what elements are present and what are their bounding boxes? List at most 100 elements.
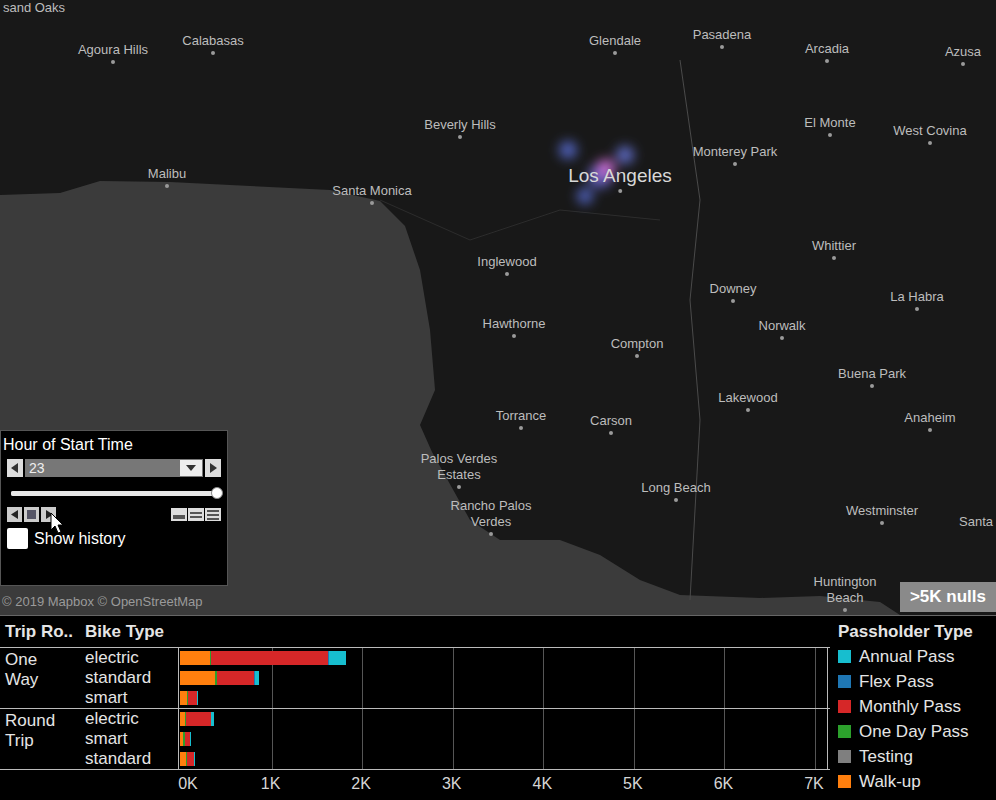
stacked-bar[interactable] (180, 691, 197, 705)
map-place: Azusa (915, 44, 996, 66)
bar-segment[interactable] (197, 691, 198, 705)
place-dot (635, 354, 639, 358)
legend-item[interactable]: Walk-up (838, 769, 996, 794)
row-label: electric (80, 648, 178, 668)
place-label: West Covina (882, 123, 978, 139)
left-arrow-icon (11, 463, 19, 473)
place-label: Hawthorne (466, 316, 562, 332)
bar-chart: Trip Ro.. Bike Type One Wayelectricstand… (0, 616, 830, 800)
legend-item[interactable]: Annual Pass (838, 644, 996, 669)
map-place: Lakewood (700, 390, 796, 412)
map-place: Anaheim (882, 410, 978, 432)
column-header[interactable]: Trip Ro.. (0, 619, 80, 645)
bar-segment[interactable] (255, 671, 259, 685)
nulls-badge[interactable]: >5K nulls (900, 582, 996, 612)
place-dot (111, 60, 115, 64)
stacked-bar[interactable] (180, 671, 259, 685)
legend-label: One Day Pass (859, 721, 969, 743)
bar-segment[interactable] (186, 712, 211, 726)
axis-tick: 4K (532, 774, 552, 794)
bar-segment[interactable] (190, 732, 191, 746)
place-dot (733, 162, 737, 166)
group-label[interactable]: Round Trip (5, 711, 67, 751)
dropdown-value: 23 (25, 459, 180, 477)
legend-swatch (838, 700, 851, 713)
axis-tick: 2K (351, 774, 371, 794)
place-dot (370, 201, 374, 205)
bar-segment[interactable] (194, 752, 195, 766)
place-dot (928, 141, 932, 145)
map-place: Buena Park (824, 366, 920, 388)
bar-segment[interactable] (180, 671, 215, 685)
speed-slow-button[interactable] (171, 508, 187, 521)
bar-segment[interactable] (217, 671, 254, 685)
place-dot (489, 532, 493, 536)
chart-row[interactable]: standard (80, 749, 828, 769)
place-label: Compton (589, 336, 685, 352)
bar-segment[interactable] (180, 651, 210, 665)
chart-row[interactable]: electric (80, 709, 828, 729)
place-label: Whittier (786, 238, 882, 254)
place-label: sand Oaks (0, 0, 82, 16)
stacked-bar[interactable] (180, 651, 346, 665)
place-label: Palos Verdes Estates (411, 451, 507, 483)
filter-title: Hour of Start Time (1, 431, 227, 455)
place-label: Downey (685, 281, 781, 297)
bar-segment[interactable] (187, 752, 194, 766)
place-label: Glendale (567, 33, 663, 49)
speed-fast-button[interactable] (205, 508, 221, 521)
next-value-button[interactable] (205, 459, 221, 477)
bar-segment[interactable] (329, 651, 346, 665)
chart-row[interactable]: electric (80, 648, 828, 668)
map-place: Carson (563, 413, 659, 435)
map[interactable]: sand OaksAgoura HillsCalabasasGlendalePa… (0, 0, 996, 615)
step-back-button[interactable] (7, 507, 22, 522)
place-label: Calabasas (165, 33, 261, 49)
stacked-bar[interactable] (180, 752, 194, 766)
legend-swatch (838, 775, 851, 788)
slider-knob[interactable] (211, 487, 223, 499)
axis-tick: 7K (804, 774, 824, 794)
row-label: standard (80, 749, 178, 769)
bar-segment[interactable] (211, 651, 328, 665)
place-dot (746, 408, 750, 412)
prev-value-button[interactable] (7, 459, 23, 477)
speed-medium-button[interactable] (188, 508, 204, 521)
hour-slider[interactable] (11, 491, 217, 496)
stacked-bar[interactable] (180, 732, 190, 746)
legend-item[interactable]: Testing (838, 744, 996, 769)
chart-row[interactable]: standard (80, 668, 828, 688)
map-place: Long Beach (628, 480, 724, 502)
legend-item[interactable]: Monthly Pass (838, 694, 996, 719)
legend-swatch (838, 750, 851, 763)
place-label: Anaheim (882, 410, 978, 426)
bar-segment[interactable] (188, 691, 197, 705)
group-label[interactable]: One Way (5, 650, 67, 690)
bar-segment[interactable] (211, 712, 214, 726)
chart-row[interactable]: smart (80, 688, 828, 708)
stacked-bar[interactable] (180, 712, 214, 726)
map-place: Westminster (834, 503, 930, 525)
stop-button[interactable] (24, 507, 39, 522)
map-copyright: © 2019 Mapbox © OpenStreetMap (2, 594, 203, 610)
place-label: Huntington Beach (797, 574, 893, 606)
hour-dropdown[interactable]: 23 (25, 459, 203, 477)
place-label: Rancho Palos Verdes (443, 498, 539, 530)
column-header[interactable]: Bike Type (80, 619, 178, 645)
map-place: Torrance (473, 408, 569, 430)
map-place: Whittier (786, 238, 882, 260)
legend-item[interactable]: One Day Pass (838, 719, 996, 744)
filter-panel: Hour of Start Time 23 (0, 430, 228, 586)
place-dot (825, 59, 829, 63)
chart-group: Round Trip electricsmartstandard (0, 708, 830, 769)
bar-segment[interactable] (180, 691, 187, 705)
place-label: Torrance (473, 408, 569, 424)
place-dot (780, 336, 784, 340)
chart-row[interactable]: smart (80, 729, 828, 749)
legend-item[interactable]: Flex Pass (838, 669, 996, 694)
map-place: Pasadena (674, 27, 770, 49)
map-place: Santa Monica (324, 183, 420, 205)
place-label: Santa Monica (324, 183, 420, 199)
show-history-checkbox[interactable] (7, 528, 28, 549)
map-place: Santa (928, 514, 996, 530)
